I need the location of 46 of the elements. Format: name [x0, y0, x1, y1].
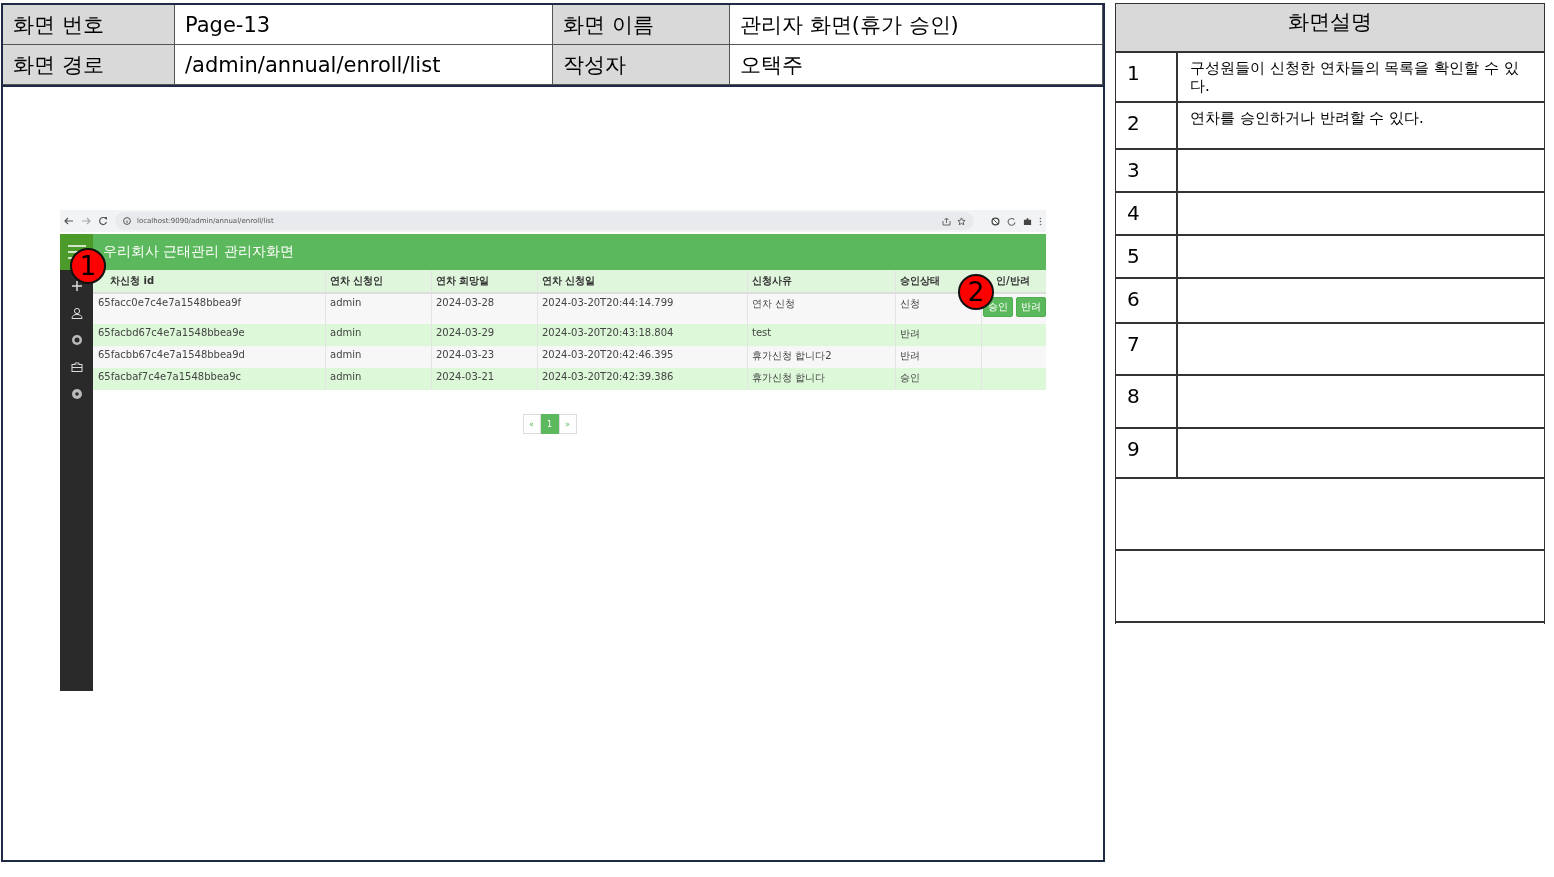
target-icon[interactable]	[70, 334, 83, 346]
field-value: 관리자 화면(휴가 승인)	[730, 5, 1103, 45]
person-icon[interactable]	[70, 307, 83, 319]
field-label: 화면 경로	[3, 45, 175, 85]
item-number: 8	[1116, 376, 1178, 427]
field-label: 작성자	[553, 45, 730, 85]
column-header: 연차 신청인	[326, 270, 432, 292]
star-icon[interactable]	[957, 216, 966, 226]
item-number: 9	[1116, 429, 1178, 477]
table-cell: 승인	[896, 368, 982, 390]
column-header: 연차 희망일	[432, 270, 538, 292]
field-value: Page-13	[175, 5, 553, 45]
field-label: 화면 이름	[553, 5, 730, 45]
column-header: 연차 신청일	[538, 270, 748, 292]
item-description: 구성원들이 신청한 연차들의 목록을 확인할 수 있다.	[1190, 59, 1519, 95]
briefcase-icon[interactable]	[70, 361, 83, 373]
refresh-icon[interactable]	[1007, 216, 1016, 226]
field-value: /admin/annual/enroll/list	[175, 45, 553, 85]
item-number: 7	[1116, 324, 1178, 374]
extension-icon[interactable]	[991, 216, 1000, 226]
previous-page-button[interactable]: «	[522, 414, 541, 434]
table-cell: 휴가신청 합니다	[748, 368, 896, 390]
share-icon[interactable]	[942, 216, 951, 226]
item-description: 연차를 승인하거나 반려할 수 있다.	[1190, 109, 1424, 127]
column-header: 인/반려	[995, 274, 1031, 288]
item-number: 2	[1116, 103, 1178, 148]
item-number: 3	[1116, 150, 1178, 191]
table-cell: 2024-03-20T20:42:39.386	[538, 368, 748, 390]
table-cell: admin	[326, 368, 432, 390]
item-number: 1	[1116, 53, 1178, 101]
item-number: 5	[1116, 236, 1178, 277]
table-cell: 65facbaf7c4e7a1548bbea9c	[93, 368, 326, 390]
panel-title: 화면설명	[1116, 4, 1544, 53]
info-icon	[123, 217, 131, 225]
item-number: 6	[1116, 279, 1178, 322]
plus-icon[interactable]	[70, 280, 83, 292]
app-title: 우리회사 근태관리 관리자화면	[103, 243, 294, 261]
field-value: 오택주	[730, 45, 1103, 85]
column-header: 신청사유	[748, 270, 896, 292]
reload-icon[interactable]	[98, 216, 108, 226]
action-button[interactable]: 반려	[1016, 297, 1046, 317]
settings-icon[interactable]	[70, 388, 83, 400]
item-number: 4	[1116, 193, 1178, 234]
table-cell: 2024-03-21	[432, 368, 538, 390]
back-icon[interactable]	[64, 216, 74, 226]
field-label: 화면 번호	[3, 5, 175, 45]
